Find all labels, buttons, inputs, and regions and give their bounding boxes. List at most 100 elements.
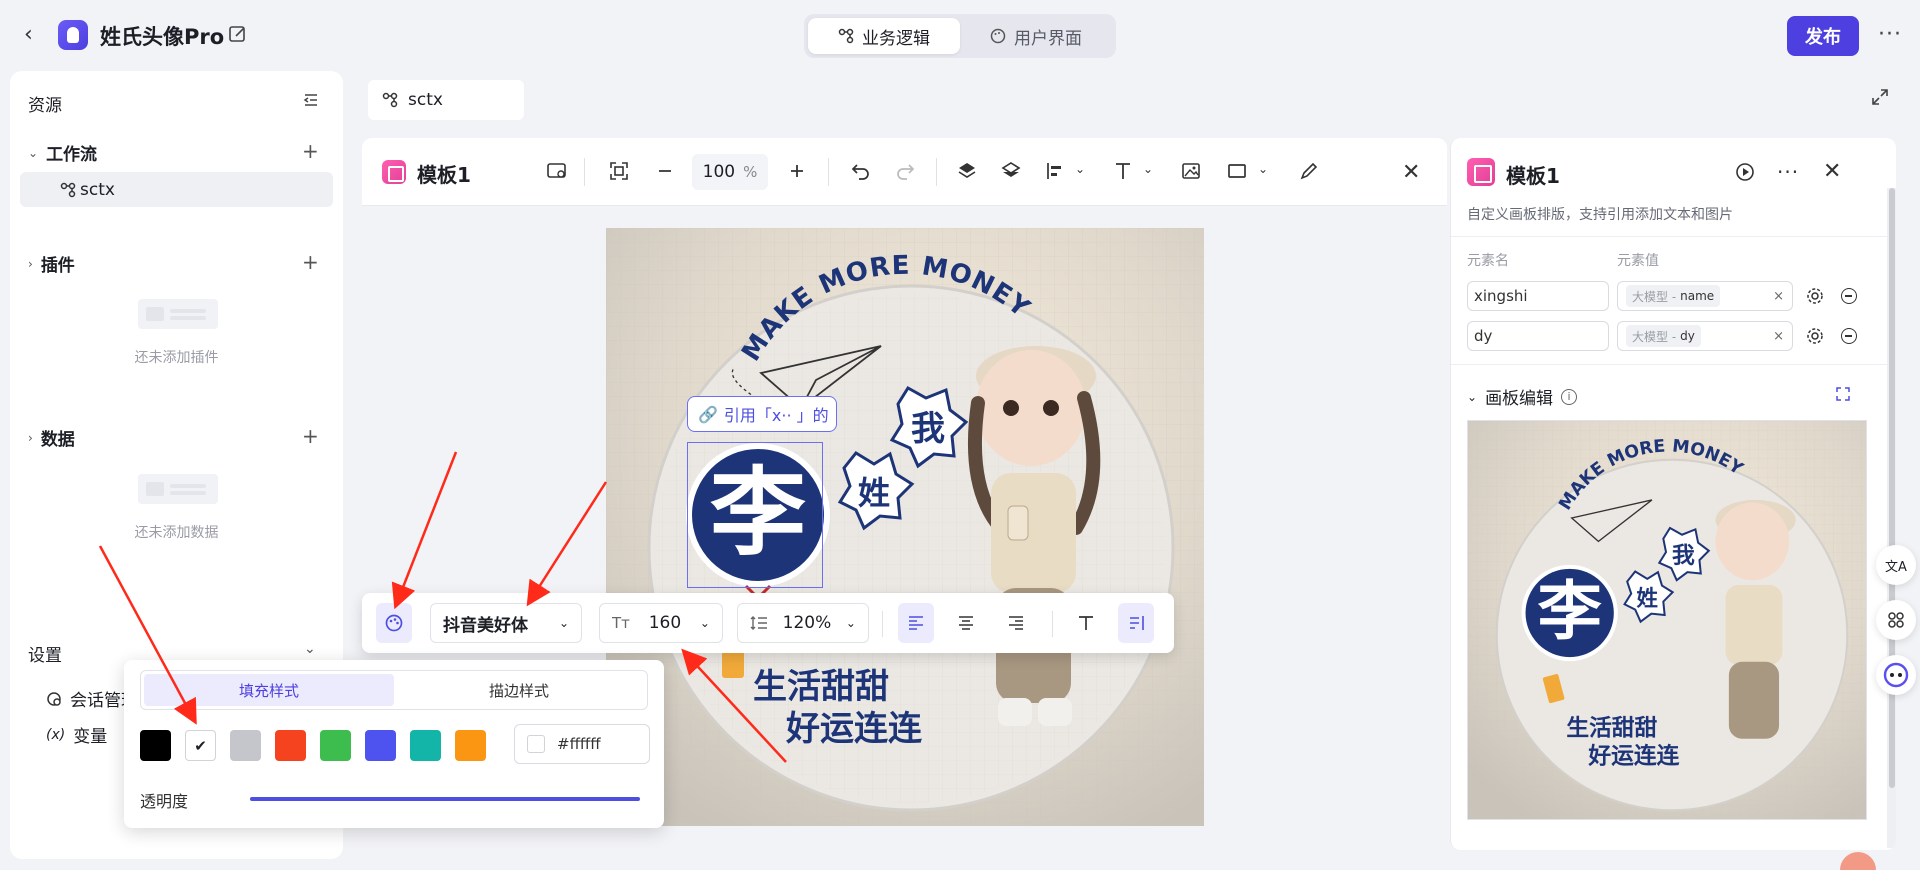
- panel-title: 模板1: [1506, 164, 1560, 188]
- tab-stroke-style[interactable]: 描边样式: [394, 674, 644, 706]
- align-center-icon: [959, 616, 973, 630]
- align-center-button[interactable]: [948, 603, 984, 643]
- opacity-slider[interactable]: [250, 797, 640, 801]
- section-data-label: 数据: [40, 430, 75, 450]
- empty-plugins-text: 还未添加插件: [134, 350, 219, 366]
- panel-scrollbar[interactable]: [1887, 188, 1896, 848]
- play-icon[interactable]: [1735, 162, 1755, 182]
- canvas-preview[interactable]: MAKE MORE MONEY 李 我 姓 生活甜甜 好运连连: [1467, 420, 1867, 820]
- color-swatch-gray[interactable]: [230, 730, 261, 761]
- session-icon: [47, 691, 61, 706]
- color-swatch-orange[interactable]: [455, 730, 486, 761]
- align-right-button[interactable]: [998, 603, 1034, 643]
- shape-tool-icon[interactable]: [1226, 160, 1248, 182]
- chevron-down-icon[interactable]: ⌄: [1143, 162, 1165, 184]
- gear-icon[interactable]: [1806, 287, 1824, 305]
- add-data-button[interactable]: +: [302, 426, 319, 446]
- color-swatch-green[interactable]: [320, 730, 351, 761]
- expand-icon[interactable]: [1871, 88, 1889, 106]
- color-swatch-blue[interactable]: [365, 730, 396, 761]
- doc-tab-sctx[interactable]: sctx: [368, 80, 524, 120]
- apps-grid-icon[interactable]: [1876, 600, 1916, 640]
- redo-icon[interactable]: [894, 160, 916, 182]
- remove-tag-icon[interactable]: ×: [1773, 289, 1784, 304]
- add-plugin-button[interactable]: +: [302, 252, 319, 272]
- close-editor-icon[interactable]: ✕: [1402, 160, 1420, 185]
- section-data[interactable]: › 数据: [28, 425, 75, 450]
- add-workflow-button[interactable]: +: [302, 141, 319, 161]
- color-swatch-red[interactable]: [275, 730, 306, 761]
- column-element-value: 元素值: [1617, 253, 1659, 269]
- tab-user-interface[interactable]: 用户界面: [960, 18, 1112, 54]
- collapse-sidebar-icon[interactable]: [302, 91, 320, 109]
- chevron-down-icon[interactable]: ⌄: [304, 641, 316, 657]
- back-icon[interactable]: ‹: [24, 24, 46, 46]
- fullscreen-icon[interactable]: [1835, 386, 1851, 402]
- canvas-settings-icon[interactable]: [546, 160, 568, 182]
- tab-fill-style[interactable]: 填充样式: [144, 674, 394, 706]
- link-icon: 🔗: [698, 404, 718, 424]
- font-size-value: 160: [648, 613, 682, 633]
- toolbar-divider: [828, 158, 829, 186]
- zoom-out-icon[interactable]: [654, 160, 676, 182]
- color-swatch-black[interactable]: [140, 730, 171, 761]
- text-top-icon: [1079, 616, 1093, 630]
- publish-button[interactable]: 发布: [1787, 16, 1859, 56]
- sidebar-item-sctx[interactable]: sctx: [20, 172, 333, 207]
- pen-tool-icon[interactable]: [1298, 160, 1320, 182]
- chevron-down-icon: ⌄: [28, 145, 39, 160]
- toolbar-divider: [1052, 611, 1053, 637]
- panel-description: 自定义画板排版，支持引用添加文本和图片: [1467, 207, 1733, 223]
- line-height-select[interactable]: 120% ⌄: [737, 603, 869, 643]
- vertical-align-top-button[interactable]: [1068, 603, 1104, 643]
- chevron-down-icon[interactable]: ⌄: [1075, 162, 1097, 184]
- preview-line-1: 生活甜甜: [1566, 715, 1657, 741]
- preview-star-char-1: 我: [1672, 543, 1695, 569]
- gear-icon[interactable]: [1806, 327, 1824, 345]
- element-value-field[interactable]: 大模型 - dy ×: [1617, 321, 1793, 351]
- fill-style-button[interactable]: [376, 603, 412, 643]
- fill-style-popover: 填充样式 描边样式 ✔ #ffffff 透明度: [124, 660, 664, 828]
- bring-to-front-icon[interactable]: [956, 160, 978, 182]
- color-swatch-white[interactable]: ✔: [185, 730, 216, 761]
- element-value-field[interactable]: 大模型 - name ×: [1617, 281, 1793, 311]
- edit-icon[interactable]: [228, 24, 248, 44]
- hex-color-input[interactable]: #ffffff: [514, 724, 650, 764]
- remove-tag-icon[interactable]: ×: [1773, 329, 1784, 344]
- selection-box[interactable]: [687, 442, 823, 588]
- opacity-label: 透明度: [140, 792, 189, 811]
- remove-element-icon[interactable]: [1841, 288, 1857, 304]
- undo-icon[interactable]: [850, 160, 872, 182]
- mascot-avatar[interactable]: [1840, 852, 1876, 870]
- vertical-text-button[interactable]: [1118, 603, 1154, 643]
- more-menu-icon[interactable]: ···: [1878, 22, 1902, 47]
- element-name-input[interactable]: xingshi: [1467, 281, 1609, 311]
- more-icon[interactable]: ···: [1777, 160, 1799, 184]
- image-tool-icon[interactable]: [1180, 160, 1202, 182]
- zoom-input[interactable]: 100%: [692, 154, 768, 190]
- send-to-back-icon[interactable]: [1000, 160, 1022, 182]
- font-size-select[interactable]: Tт 160 ⌄: [599, 603, 723, 643]
- color-swatch-teal[interactable]: [410, 730, 441, 761]
- text-tool-icon[interactable]: [1112, 160, 1134, 182]
- chevron-down-icon[interactable]: ⌄: [1258, 162, 1280, 184]
- check-icon: ✔: [194, 736, 207, 755]
- section-workflow[interactable]: ⌄ 工作流: [28, 140, 97, 165]
- translate-icon[interactable]: 文A: [1876, 545, 1916, 585]
- align-icon[interactable]: [1044, 160, 1066, 182]
- fit-screen-icon[interactable]: [608, 160, 630, 182]
- assistant-bot-icon[interactable]: [1876, 655, 1916, 695]
- app-title: 姓氏头像Pro: [100, 25, 225, 49]
- element-name-input[interactable]: dy: [1467, 321, 1609, 351]
- canvas-edit-section[interactable]: ⌄ 画板编辑 i: [1467, 384, 1578, 409]
- remove-element-icon[interactable]: [1841, 328, 1857, 344]
- font-family-select[interactable]: 抖音美好体 ⌄: [430, 603, 582, 643]
- align-left-button[interactable]: [898, 603, 934, 643]
- reference-chip[interactable]: 🔗 引用「x·· 」的: [687, 396, 837, 432]
- section-plugins[interactable]: › 插件: [28, 251, 75, 276]
- sidebar-item-variables[interactable]: (x) 变量: [46, 722, 107, 748]
- close-panel-icon[interactable]: ✕: [1823, 159, 1841, 184]
- zoom-in-icon[interactable]: [786, 160, 808, 182]
- tab-business-logic[interactable]: 业务逻辑: [808, 18, 960, 54]
- poster-canvas[interactable]: MAKE MORE MONEY 李 我 姓 生活甜甜 好运连连 🔗 引用「x··…: [606, 228, 1204, 826]
